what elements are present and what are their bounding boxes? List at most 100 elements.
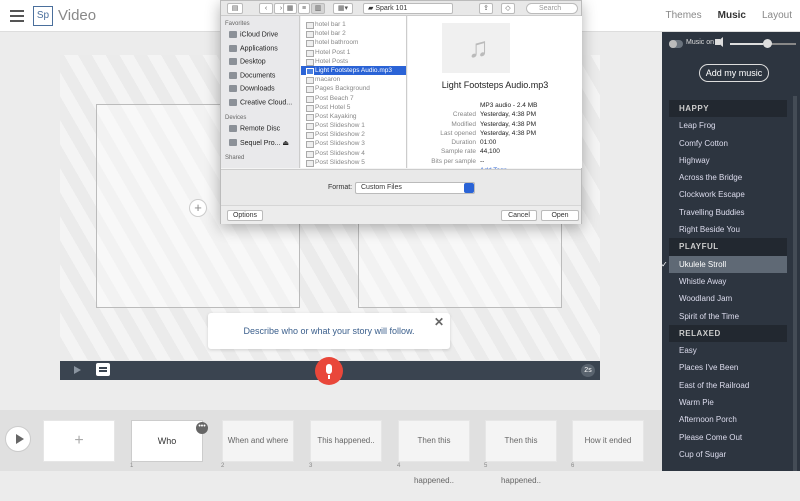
sidebar-item-icloud[interactable]: iCloud Drive — [221, 29, 299, 43]
sidebar-item-creative-cloud[interactable]: Creative Cloud... — [221, 97, 299, 111]
volume-slider-handle[interactable] — [763, 39, 772, 48]
caption-icon[interactable] — [96, 363, 110, 376]
nav-layout[interactable]: Layout — [762, 10, 792, 21]
file-list-item[interactable]: Post Slideshow 4 — [301, 149, 406, 158]
music-track-item[interactable]: Cup of Sugar — [669, 446, 787, 463]
play-icon[interactable] — [74, 366, 81, 374]
menu-icon[interactable] — [10, 10, 24, 22]
music-track-item[interactable]: Leap Frog — [669, 117, 787, 134]
music-on-label: Music on — [686, 39, 715, 46]
timeline-slide[interactable]: Who — [131, 420, 203, 462]
music-track-item[interactable]: Places I've Been — [669, 359, 787, 376]
music-list-scrollbar[interactable] — [793, 96, 797, 471]
file-list-item[interactable]: Post Kayaking — [301, 112, 406, 122]
folder-path-select[interactable]: ▰ Spark 101 — [363, 3, 453, 14]
preview-info-row: Last opened Yesterday, 4:38 PM — [440, 129, 537, 137]
dialog-toolbar: ▤ ‹ › ▦ ≡ ▥ ▦▾ ▰ Spark 101 ⇪ ◇ Search — [221, 1, 581, 16]
sidebar-item-desktop[interactable]: Desktop — [221, 56, 299, 70]
preview-info-row: Duration 01:00 — [451, 139, 497, 147]
music-track-item[interactable]: Spirit of the Time — [669, 308, 787, 325]
timeline-slide[interactable]: This happened.. — [310, 420, 382, 462]
file-list-item[interactable]: Post Slideshow 5 — [301, 158, 406, 167]
music-track-item[interactable]: Please Come Out — [669, 429, 787, 446]
file-list-item[interactable]: Pages Background — [301, 84, 406, 94]
timeline-slide[interactable]: How it ended — [572, 420, 644, 462]
sidebar-item-downloads[interactable]: Downloads — [221, 83, 299, 97]
slide-number: 4 — [397, 463, 401, 469]
share-icon[interactable]: ⇪ — [479, 3, 493, 14]
music-track-item[interactable]: Across the Bridge — [669, 169, 787, 186]
file-list-item[interactable]: Post Slideshow 3 — [301, 139, 406, 149]
slide-number: 5 — [484, 463, 488, 469]
back-icon[interactable]: ‹ — [259, 3, 273, 14]
music-track-item[interactable]: Whistle Away — [669, 273, 787, 290]
dialog-search-input[interactable]: Search — [526, 3, 578, 14]
devices-header: Devices — [225, 115, 247, 121]
add-slide-button[interactable]: + — [43, 420, 115, 462]
file-list-item[interactable]: Post Hotel 5 — [301, 103, 406, 112]
music-track-item[interactable]: Highway — [669, 152, 787, 169]
preview-info-row: MP3 audio - 2.4 MB — [480, 102, 538, 109]
sidebar-toggle-icon[interactable]: ▤ — [227, 3, 243, 14]
music-track-item[interactable]: Warm Pie — [669, 394, 787, 411]
file-list-item[interactable]: Hotel Posts — [301, 57, 406, 66]
slide-number: 6 — [571, 463, 575, 469]
music-track-item[interactable]: Easy — [669, 342, 787, 359]
file-list-item[interactable]: Post Spa 1 — [301, 167, 406, 168]
cancel-button[interactable]: Cancel — [501, 210, 537, 221]
options-button[interactable]: Options — [227, 210, 263, 221]
shared-header: Shared — [225, 155, 245, 161]
music-track-item[interactable]: Travelling Buddies — [669, 204, 787, 221]
column-view-icon[interactable]: ▥ — [311, 3, 325, 14]
slide-duration-badge[interactable]: 2s — [581, 364, 595, 377]
music-track-item[interactable]: Clockwork Escape — [669, 186, 787, 203]
sidebar-item-applications[interactable]: Applications — [221, 43, 299, 57]
preview-play-button[interactable] — [5, 426, 31, 452]
eject-icon[interactable]: ⏏ — [282, 140, 289, 147]
add-content-icon[interactable]: + — [189, 199, 207, 217]
dialog-footer: Options Cancel Open — [221, 205, 581, 224]
drive-icon — [229, 139, 237, 147]
close-icon[interactable]: ✕ — [434, 315, 444, 329]
timeline-slide[interactable]: Then this happened.. — [398, 420, 470, 485]
timeline-slide[interactable]: When and where — [222, 420, 294, 462]
sidebar-item-remote-disc[interactable]: Remote Disc — [221, 123, 299, 137]
disc-icon — [229, 125, 237, 132]
music-track-item[interactable]: Right Beside You — [669, 221, 787, 238]
file-list-item[interactable]: Hotel Post 1 — [301, 48, 406, 57]
mic-icon — [326, 364, 332, 374]
preview-title: Light Footsteps Audio.mp3 — [441, 80, 549, 90]
file-list-item[interactable]: Post Slideshow 1 — [301, 121, 406, 131]
file-list-item[interactable]: hotel bar 2 — [301, 29, 406, 39]
music-track-item[interactable]: ✓ Ukulele Stroll — [661, 255, 787, 273]
search-placeholder: Search — [539, 5, 562, 12]
file-list-item[interactable]: macaron — [301, 75, 406, 85]
nav-music[interactable]: Music — [718, 10, 746, 21]
music-track-item[interactable]: Comfy Cotton — [669, 135, 787, 152]
add-my-music-button[interactable]: Add my music — [699, 64, 769, 82]
icon-view-icon[interactable]: ▦ — [283, 3, 297, 14]
audio-thumbnail: ♫ — [442, 23, 510, 73]
record-mic-button[interactable] — [315, 357, 343, 385]
music-category-header: PLAYFUL — [669, 238, 787, 256]
format-select[interactable]: Custom Files — [355, 182, 475, 194]
file-list-item[interactable]: Light Footsteps Audio.mp3 — [301, 65, 406, 76]
music-track-item[interactable]: Woodland Jam — [669, 290, 787, 307]
file-list-item[interactable]: Post Beach 7 — [301, 94, 406, 103]
arrange-icon[interactable]: ▦▾ — [333, 3, 353, 14]
music-track-item[interactable]: Afternoon Porch — [669, 411, 787, 428]
file-list-item[interactable]: hotel bar 1 — [301, 20, 406, 30]
sidebar-item-documents[interactable]: Documents — [221, 70, 299, 84]
check-icon: ✓ — [661, 259, 668, 269]
nav-themes[interactable]: Themes — [666, 10, 702, 21]
tag-icon[interactable]: ◇ — [501, 3, 515, 14]
sidebar-item-sequel-pro[interactable]: Sequel Pro... ⏏ — [221, 137, 299, 151]
music-track-item[interactable]: East of the Railroad — [669, 377, 787, 394]
file-list-item[interactable]: Post Slideshow 2 — [301, 130, 406, 140]
open-button[interactable]: Open — [541, 210, 579, 221]
file-list-item[interactable]: hotel bathroom — [301, 38, 406, 48]
music-toggle[interactable] — [669, 40, 683, 48]
more-options-icon[interactable]: ••• — [196, 422, 208, 434]
timeline-slide[interactable]: Then this happened.. — [485, 420, 557, 485]
list-view-icon[interactable]: ≡ — [298, 3, 310, 14]
